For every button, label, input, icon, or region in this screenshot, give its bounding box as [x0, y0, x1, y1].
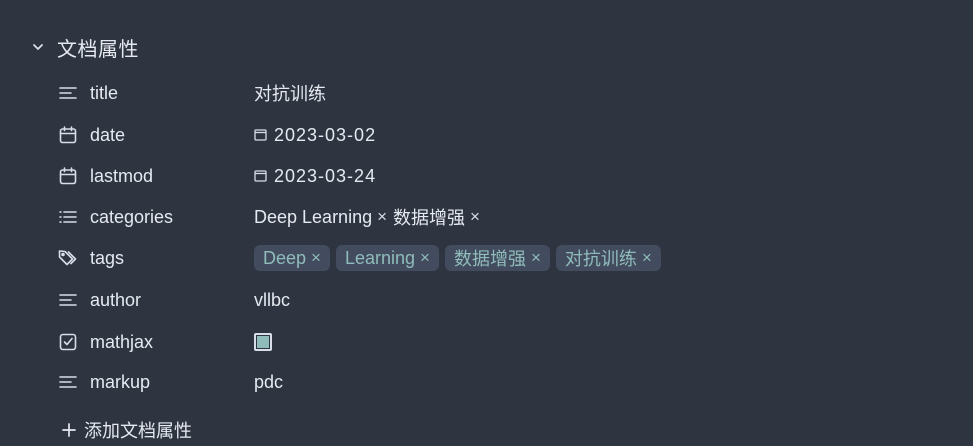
property-row-markup: markup pdc [0, 365, 973, 399]
property-key-lastmod[interactable]: lastmod [90, 166, 153, 187]
property-value-categories: Deep Learning × 数据增强 × [254, 204, 480, 230]
property-row-lastmod: lastmod 2023-03-24 [0, 159, 973, 193]
property-value-author[interactable]: vllbc [254, 290, 290, 311]
tag-label: 数据增强 [453, 249, 526, 269]
calendar-icon [58, 166, 78, 186]
category-item[interactable]: 数据增强 × [393, 204, 480, 230]
remove-tag-button[interactable]: × [420, 248, 430, 268]
property-row-categories: categories Deep Learning × 数据增强 × [0, 200, 973, 234]
property-row-mathjax: mathjax [0, 325, 973, 359]
property-key-markup[interactable]: markup [90, 372, 150, 393]
date-text: 2023-03-02 [274, 124, 377, 145]
property-value-date[interactable]: 2023-03-02 [254, 125, 376, 146]
small-calendar-icon [254, 125, 267, 146]
tags-icon [58, 248, 78, 268]
tag-label: 对抗训练 [564, 249, 637, 269]
chevron-down-icon[interactable] [30, 39, 46, 55]
property-value-tags: Deep × Learning × 数据增强 × 对抗训练 × [254, 245, 661, 271]
property-key-date[interactable]: date [90, 125, 125, 146]
add-property-label: 添加文档属性 [84, 421, 192, 441]
text-lines-icon [58, 372, 78, 392]
tag-label: Deep [263, 247, 307, 268]
text-lines-icon [58, 83, 78, 103]
calendar-icon [58, 125, 78, 145]
mathjax-checkbox[interactable] [254, 333, 272, 351]
remove-category-button[interactable]: × [470, 207, 480, 227]
remove-category-button[interactable]: × [377, 207, 387, 227]
remove-tag-button[interactable]: × [531, 248, 541, 268]
list-icon [58, 207, 78, 227]
property-value-markup[interactable]: pdc [254, 372, 283, 393]
category-label: Deep Learning [254, 206, 373, 227]
tag-pill[interactable]: 数据增强 × [444, 245, 550, 271]
category-item[interactable]: Deep Learning × [254, 207, 387, 228]
property-value-title[interactable]: 对抗训练 [254, 80, 326, 106]
property-key-mathjax[interactable]: mathjax [90, 332, 153, 353]
property-row-date: date 2023-03-02 [0, 118, 973, 152]
property-key-title[interactable]: title [90, 83, 118, 104]
plus-icon [62, 419, 76, 441]
section-header[interactable]: 文档属性 [30, 34, 139, 61]
tag-label: Learning [344, 247, 416, 268]
property-key-categories[interactable]: categories [90, 207, 173, 228]
text-lines-icon [58, 290, 78, 310]
category-label: 数据增强 [393, 208, 466, 228]
tag-pill[interactable]: 对抗训练 × [555, 245, 661, 271]
property-value-mathjax [254, 333, 272, 351]
property-row-author: author vllbc [0, 283, 973, 317]
add-property-button[interactable]: 添加文档属性 [62, 418, 192, 442]
property-value-lastmod[interactable]: 2023-03-24 [254, 166, 376, 187]
tag-pill[interactable]: Learning × [335, 245, 439, 271]
remove-tag-button[interactable]: × [642, 248, 652, 268]
tag-pill[interactable]: Deep × [254, 245, 330, 271]
date-text: 2023-03-24 [274, 165, 377, 186]
property-key-tags[interactable]: tags [90, 248, 124, 269]
small-calendar-icon [254, 166, 267, 187]
checkbox-icon [58, 332, 78, 352]
property-key-author[interactable]: author [90, 290, 141, 311]
property-row-title: title 对抗训练 [0, 76, 973, 110]
section-title: 文档属性 [57, 38, 139, 61]
property-row-tags: tags Deep × Learning × 数据增强 × 对抗训练 × [0, 241, 973, 275]
remove-tag-button[interactable]: × [311, 248, 321, 268]
